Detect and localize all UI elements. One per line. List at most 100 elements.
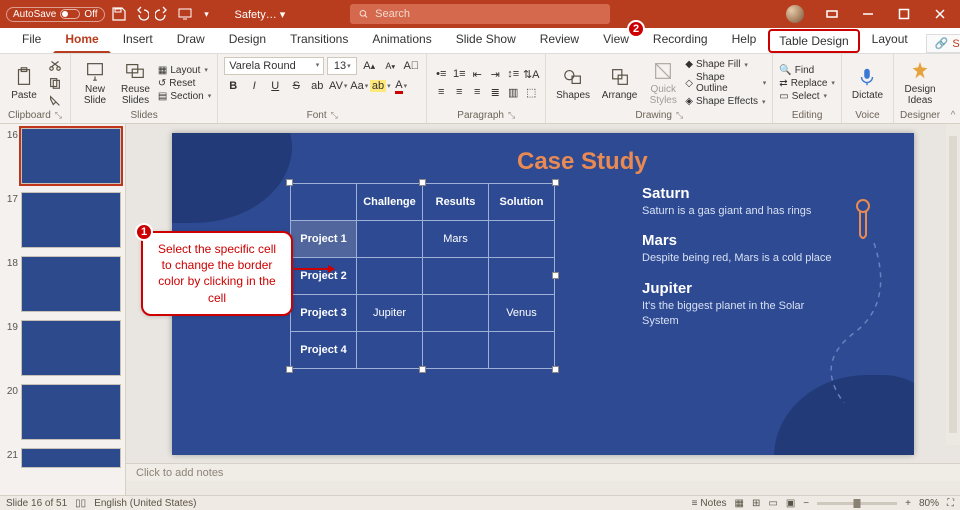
autosave-toggle[interactable]: AutoSave Off [6, 7, 105, 22]
notes-toggle[interactable]: ≡ Notes [692, 498, 727, 509]
zoom-slider[interactable] [817, 502, 897, 505]
table-cell[interactable]: Solution [489, 183, 555, 220]
reading-view-icon[interactable]: ▭ [768, 498, 777, 509]
table-cell[interactable]: Project 3 [291, 294, 357, 331]
design-ideas-button[interactable]: Design Ideas [900, 58, 939, 108]
tab-help[interactable]: Help [720, 25, 769, 53]
table-cell[interactable]: Challenge [357, 183, 423, 220]
slide-thumbnails-panel[interactable]: 16 17 18 19 20 21 [0, 124, 126, 495]
strike-button[interactable]: S [287, 78, 305, 94]
selection-handle[interactable] [419, 179, 426, 186]
thumbnail-17[interactable] [21, 192, 121, 248]
ribbon-display-icon[interactable] [816, 0, 848, 28]
table-cell[interactable] [291, 183, 357, 220]
zoom-out-button[interactable]: − [803, 498, 809, 509]
search-input[interactable] [375, 8, 602, 20]
quick-styles-button[interactable]: Quick Styles [645, 58, 681, 108]
font-name-selector[interactable]: Varela Round▾ [224, 57, 324, 75]
align-center-button[interactable]: ≡ [451, 84, 467, 100]
tab-home[interactable]: Home [53, 25, 110, 53]
numbering-button[interactable]: 1≡ [451, 66, 467, 82]
fit-to-window-icon[interactable]: ⛶ [947, 498, 954, 509]
table-cell[interactable]: Results [423, 183, 489, 220]
slideshow-view-icon[interactable]: ▣ [786, 498, 795, 509]
dialog-launcher-icon[interactable]: ⤡ [55, 110, 62, 121]
tab-table-design[interactable]: Table Design [768, 29, 859, 53]
search-box[interactable] [350, 4, 610, 24]
increase-font-button[interactable]: A▴ [360, 58, 378, 74]
table-cell[interactable]: Project 2 [291, 257, 357, 294]
slide-text-block[interactable]: SaturnSaturn is a gas giant and has ring… [642, 185, 842, 343]
tab-slideshow[interactable]: Slide Show [444, 25, 528, 53]
shape-effects-button[interactable]: ◈ Shape Effects▾ [685, 96, 766, 107]
table-cell[interactable] [423, 257, 489, 294]
table-cell[interactable]: Project 4 [291, 331, 357, 368]
user-avatar[interactable] [786, 5, 804, 23]
smartart-button[interactable]: ⬚ [523, 84, 539, 100]
paste-button[interactable]: Paste [6, 64, 42, 103]
shapes-button[interactable]: Shapes [552, 64, 594, 103]
increase-indent-button[interactable]: ⇥ [487, 66, 503, 82]
thumbnail-20[interactable] [21, 384, 121, 440]
decrease-font-button[interactable]: A▾ [381, 58, 399, 74]
tab-recording[interactable]: Recording [641, 25, 720, 53]
start-slideshow-icon[interactable] [177, 6, 193, 22]
table-cell-selected[interactable]: Project 1 [291, 220, 357, 257]
tab-transitions[interactable]: Transitions [278, 25, 360, 53]
redo-icon[interactable] [155, 6, 171, 22]
normal-view-icon[interactable]: ▦ [735, 498, 744, 509]
table-cell[interactable] [423, 294, 489, 331]
bullets-button[interactable]: •≡ [433, 66, 449, 82]
italic-button[interactable]: I [245, 78, 263, 94]
section-button[interactable]: ▤ Section▾ [158, 91, 211, 102]
table-cell[interactable]: Venus [489, 294, 555, 331]
thumbnail-21[interactable] [21, 448, 121, 468]
share-button[interactable]: 🔗 Share [926, 34, 960, 53]
zoom-level[interactable]: 80% [919, 498, 939, 509]
selection-handle[interactable] [552, 272, 559, 279]
format-painter-button[interactable] [46, 93, 64, 109]
vertical-scrollbar[interactable] [946, 124, 960, 445]
table-cell[interactable] [357, 257, 423, 294]
thumbnail-18[interactable] [21, 256, 121, 312]
dialog-launcher-icon[interactable]: ⤡ [331, 110, 338, 121]
selection-handle[interactable] [419, 366, 426, 373]
decrease-indent-button[interactable]: ⇤ [469, 66, 485, 82]
zoom-in-button[interactable]: + [905, 498, 911, 509]
copy-button[interactable] [46, 75, 64, 91]
table-cell[interactable] [423, 331, 489, 368]
change-case-button[interactable]: Aa▾ [350, 78, 368, 94]
close-icon[interactable] [924, 0, 956, 28]
selection-handle[interactable] [286, 179, 293, 186]
selection-handle[interactable] [552, 366, 559, 373]
justify-button[interactable]: ≣ [487, 84, 503, 100]
tab-layout[interactable]: Layout [860, 25, 920, 53]
dictate-button[interactable]: Dictate [848, 64, 887, 103]
select-button[interactable]: ▭ Select▾ [779, 91, 835, 102]
clear-formatting-button[interactable]: A⃠ [402, 58, 420, 74]
sorter-view-icon[interactable]: ⊞ [752, 498, 760, 509]
slide-title[interactable]: Case Study [517, 148, 648, 176]
tab-insert[interactable]: Insert [111, 25, 165, 53]
line-spacing-button[interactable]: ↕≡ [505, 66, 521, 82]
find-button[interactable]: 🔍 Find [779, 65, 835, 76]
tab-review[interactable]: Review [528, 25, 591, 53]
reset-button[interactable]: ↺ Reset [158, 78, 211, 89]
language-status[interactable]: English (United States) [94, 498, 196, 509]
thumbnail-16[interactable] [21, 128, 121, 184]
align-right-button[interactable]: ≡ [469, 84, 485, 100]
horizontal-scrollbar[interactable] [126, 481, 960, 495]
align-left-button[interactable]: ≡ [433, 84, 449, 100]
shape-fill-button[interactable]: ◆ Shape Fill▾ [685, 59, 766, 70]
table-cell[interactable] [489, 220, 555, 257]
table-cell[interactable] [489, 257, 555, 294]
highlight-button[interactable]: ab▾ [371, 78, 389, 94]
undo-icon[interactable] [133, 6, 149, 22]
collapse-ribbon-icon[interactable]: ^ [946, 54, 960, 123]
table-cell[interactable]: Jupiter [357, 294, 423, 331]
dialog-launcher-icon[interactable]: ⤡ [508, 110, 515, 121]
table-cell[interactable]: Mars [423, 220, 489, 257]
tab-file[interactable]: File [10, 25, 53, 53]
document-name[interactable]: Safety… ▾ [235, 8, 286, 21]
qat-more-icon[interactable]: ▾ [199, 6, 215, 22]
